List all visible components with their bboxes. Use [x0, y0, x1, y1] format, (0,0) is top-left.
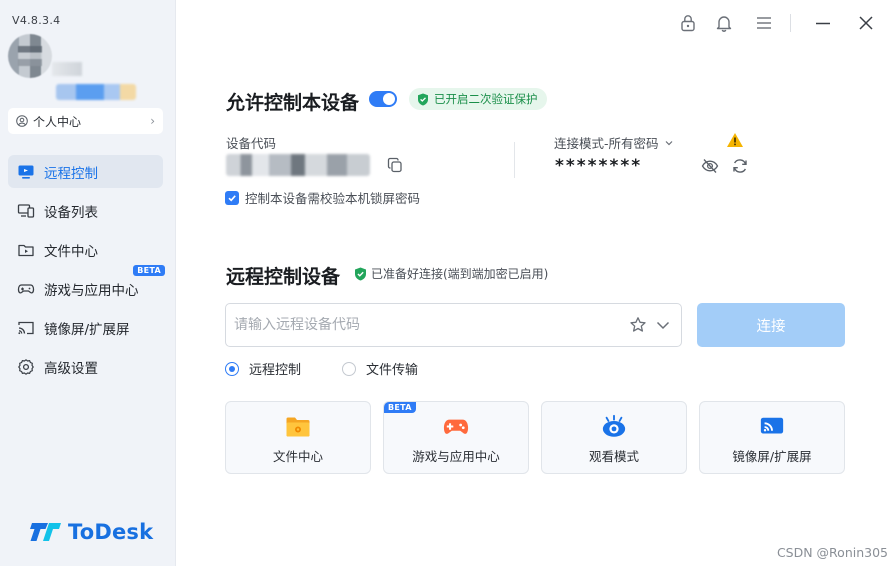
beta-badge: BETA — [133, 265, 165, 276]
lock-icon[interactable] — [677, 12, 699, 34]
sidebar: V4.8.3.4 个人中心 › 远程控制 设备列表 文件中心 游戏与应用中心 B… — [0, 0, 176, 566]
connection-ready-status: 已准备好连接(端到端加密已启用) — [354, 265, 548, 282]
sidebar-item-remote-control[interactable]: 远程控制 — [8, 155, 163, 188]
star-icon[interactable] — [629, 316, 647, 334]
card-label: 镜像屏/扩展屏 — [732, 449, 812, 464]
remote-control-title: 远程控制设备 — [226, 266, 341, 288]
protection-badge-text: 已开启二次验证保护 — [434, 92, 538, 106]
gamepad-icon — [443, 414, 469, 440]
card-game-app-center[interactable]: BETA 游戏与应用中心 — [383, 401, 529, 474]
device-code-label: 设备代码 — [226, 136, 277, 151]
gamepad-icon — [17, 280, 35, 298]
connection-mode-label: 连接模式-所有密码 — [554, 136, 659, 151]
gear-icon — [17, 358, 35, 376]
sidebar-item-game-app-center[interactable]: 游戏与应用中心 BETA — [8, 265, 165, 305]
card-label: 游戏与应用中心 — [412, 449, 500, 464]
allow-control-toggle[interactable] — [369, 91, 397, 107]
close-icon[interactable] — [855, 12, 877, 34]
allow-control-title: 允许控制本设备 — [226, 92, 360, 114]
remote-device-code-input[interactable] — [234, 317, 629, 333]
card-label: 观看模式 — [588, 449, 639, 464]
user-icon — [16, 115, 28, 127]
beta-badge: BETA — [384, 402, 416, 413]
section-divider — [514, 142, 515, 178]
sidebar-item-file-center[interactable]: 文件中心 — [8, 233, 163, 266]
eye-icon — [601, 414, 627, 440]
devices-icon — [17, 202, 35, 220]
app-version: V4.8.3.4 — [12, 14, 61, 27]
sidebar-item-label: 高级设置 — [44, 360, 98, 377]
sidebar-item-device-list[interactable]: 设备列表 — [8, 194, 163, 227]
folder-icon — [285, 414, 311, 440]
lock-screen-checkbox[interactable] — [225, 190, 239, 205]
warning-icon[interactable] — [726, 132, 744, 148]
minimize-icon[interactable] — [812, 12, 834, 34]
copy-icon[interactable] — [387, 157, 403, 173]
connection-mode-dropdown[interactable]: 连接模式-所有密码 — [554, 133, 674, 152]
personal-center-label: 个人中心 — [33, 114, 82, 129]
connect-button[interactable]: 连接 — [697, 303, 845, 347]
connection-ready-text: 已准备好连接(端到端加密已启用) — [371, 267, 549, 281]
lock-screen-password-option[interactable]: 控制本设备需校验本机锁屏密码 — [225, 188, 420, 207]
watermark: CSDN @Ronin305 — [776, 545, 888, 560]
bell-icon[interactable] — [713, 12, 735, 34]
titlebar-divider — [790, 14, 791, 32]
avatar[interactable] — [8, 34, 52, 78]
refresh-icon[interactable] — [731, 157, 749, 175]
chevron-right-icon: › — [150, 114, 155, 128]
checkmark-icon — [228, 194, 236, 201]
mode-file-transfer-radio[interactable]: 文件传输 — [342, 359, 418, 378]
eye-off-icon[interactable] — [701, 157, 719, 175]
user-id-blurred — [52, 62, 82, 76]
menu-icon[interactable] — [753, 12, 775, 34]
protection-badge: 已开启二次验证保护 — [409, 88, 547, 110]
monitor-icon — [17, 163, 35, 181]
radio-button[interactable] — [225, 361, 239, 376]
todesk-logo-icon — [30, 523, 61, 541]
brand-logo: ToDesk — [30, 520, 153, 544]
card-file-center[interactable]: 文件中心 — [225, 401, 371, 474]
chevron-down-icon[interactable] — [655, 317, 671, 333]
cast-icon — [17, 319, 35, 337]
radio-label: 远程控制 — [249, 363, 302, 378]
sidebar-item-label: 游戏与应用中心 — [44, 282, 139, 299]
shield-check-icon — [418, 93, 428, 105]
personal-center-button[interactable]: 个人中心 › — [8, 108, 163, 134]
remote-code-input-box[interactable] — [225, 303, 682, 347]
card-label: 文件中心 — [272, 449, 323, 464]
sidebar-item-label: 文件中心 — [44, 243, 98, 260]
sidebar-item-label: 设备列表 — [44, 204, 98, 221]
sidebar-item-advanced-settings[interactable]: 高级设置 — [8, 350, 163, 383]
sidebar-item-mirror-screen[interactable]: 镜像屏/扩展屏 — [8, 311, 163, 344]
chevron-down-icon — [665, 140, 672, 145]
sidebar-item-label: 远程控制 — [44, 165, 98, 182]
mode-remote-control-radio[interactable]: 远程控制 — [225, 359, 301, 378]
card-mirror-screen[interactable]: 镜像屏/扩展屏 — [699, 401, 845, 474]
folder-icon — [17, 241, 35, 259]
sidebar-item-label: 镜像屏/扩展屏 — [44, 321, 130, 338]
sidebar-nav: 远程控制 设备列表 文件中心 游戏与应用中心 BETA 镜像屏/扩展屏 高级设置 — [8, 155, 165, 389]
shield-check-icon — [355, 267, 366, 280]
user-name-blurred — [56, 84, 136, 100]
device-code-value-blurred — [226, 154, 370, 176]
temporary-password: ******** — [555, 156, 643, 176]
brand-name: ToDesk — [68, 520, 154, 544]
cast-icon — [759, 414, 785, 440]
card-watch-mode[interactable]: 观看模式 — [541, 401, 687, 474]
radio-button[interactable] — [342, 361, 356, 376]
radio-label: 文件传输 — [366, 363, 419, 378]
lock-screen-checkbox-label: 控制本设备需校验本机锁屏密码 — [245, 191, 421, 206]
